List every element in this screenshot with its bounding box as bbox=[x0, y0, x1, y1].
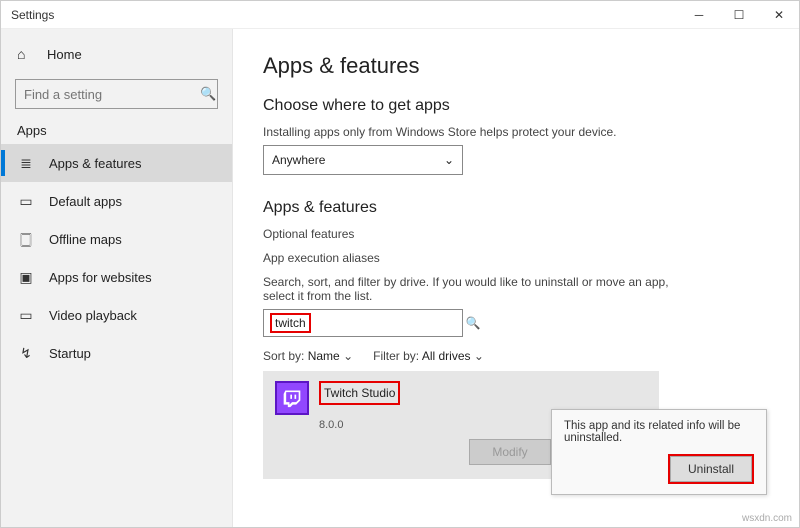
chevron-down-icon: ⌄ bbox=[474, 349, 484, 363]
find-setting-box[interactable]: 🔍 bbox=[15, 79, 218, 109]
home-icon: ⌂ bbox=[17, 46, 35, 62]
filter-by[interactable]: Filter by: All drives ⌄ bbox=[373, 349, 484, 363]
sort-label: Sort by: bbox=[263, 349, 304, 363]
chevron-down-icon: ⌄ bbox=[444, 153, 454, 167]
search-icon: 🔍 bbox=[466, 316, 481, 330]
optional-features-link[interactable]: Optional features bbox=[263, 227, 769, 241]
sidebar-item-label: Video playback bbox=[49, 308, 137, 323]
minimize-button[interactable]: ─ bbox=[679, 1, 719, 29]
uninstall-popup: This app and its related info will be un… bbox=[551, 409, 767, 495]
sidebar-item-label: Offline maps bbox=[49, 232, 122, 247]
home-nav[interactable]: ⌂ Home bbox=[1, 39, 232, 69]
apps-websites-icon: ▣ bbox=[17, 269, 35, 286]
where-desc: Installing apps only from Windows Store … bbox=[263, 125, 769, 139]
modify-button: Modify bbox=[469, 439, 551, 465]
popup-uninstall-label: Uninstall bbox=[688, 462, 734, 476]
sidebar: ⌂ Home 🔍 Apps ≣ Apps & features ▭ Defaul… bbox=[1, 29, 233, 527]
sidebar-item-apps-features[interactable]: ≣ Apps & features bbox=[1, 144, 232, 182]
app-name: Twitch Studio bbox=[324, 386, 395, 400]
chevron-down-icon: ⌄ bbox=[343, 349, 353, 363]
main-panel: Apps & features Choose where to get apps… bbox=[233, 29, 799, 527]
list-icon: ≣ bbox=[17, 155, 35, 172]
sidebar-item-startup[interactable]: ↯ Startup bbox=[1, 334, 232, 372]
where-value: Anywhere bbox=[272, 153, 325, 167]
sidebar-item-label: Startup bbox=[49, 346, 91, 361]
startup-icon: ↯ bbox=[17, 345, 35, 362]
sidebar-item-offline-maps[interactable]: 🀆 Offline maps bbox=[1, 220, 232, 258]
sidebar-item-label: Default apps bbox=[49, 194, 122, 209]
search-hint: Search, sort, and filter by drive. If yo… bbox=[263, 275, 693, 303]
sidebar-item-default-apps[interactable]: ▭ Default apps bbox=[1, 182, 232, 220]
apps-section-heading: Apps & features bbox=[263, 199, 769, 217]
modify-label: Modify bbox=[492, 445, 527, 459]
sidebar-item-video-playback[interactable]: ▭ Video playback bbox=[1, 296, 232, 334]
popup-text: This app and its related info will be un… bbox=[564, 420, 754, 444]
sidebar-item-apps-websites[interactable]: ▣ Apps for websites bbox=[1, 258, 232, 296]
sidebar-item-label: Apps & features bbox=[49, 156, 142, 171]
sidebar-item-label: Apps for websites bbox=[49, 270, 152, 285]
popup-uninstall-highlight: Uninstall bbox=[668, 454, 754, 484]
filter-label: Filter by: bbox=[373, 349, 419, 363]
maximize-button[interactable]: ☐ bbox=[719, 1, 759, 29]
nav-group-label: Apps bbox=[1, 109, 232, 144]
search-apps-box[interactable]: twitch 🔍 bbox=[263, 309, 463, 337]
where-heading: Choose where to get apps bbox=[263, 97, 769, 115]
filter-value: All drives bbox=[422, 349, 471, 363]
search-icon: 🔍 bbox=[200, 86, 216, 102]
twitch-icon bbox=[275, 381, 309, 415]
home-label: Home bbox=[47, 47, 82, 62]
where-dropdown[interactable]: Anywhere ⌄ bbox=[263, 145, 463, 175]
watermark: wsxdn.com bbox=[742, 513, 792, 524]
search-input-value[interactable]: twitch bbox=[275, 316, 306, 330]
app-version: 8.0.0 bbox=[319, 419, 400, 431]
app-aliases-link[interactable]: App execution aliases bbox=[263, 251, 769, 265]
window-title: Settings bbox=[11, 8, 54, 22]
close-button[interactable]: ✕ bbox=[759, 1, 799, 29]
video-icon: ▭ bbox=[17, 307, 35, 324]
page-title: Apps & features bbox=[263, 53, 769, 79]
map-icon: 🀆 bbox=[17, 231, 35, 248]
find-setting-input[interactable] bbox=[24, 87, 200, 102]
titlebar: Settings ─ ☐ ✕ bbox=[1, 1, 799, 29]
search-value-highlight: twitch bbox=[270, 313, 311, 333]
default-apps-icon: ▭ bbox=[17, 193, 35, 210]
popup-uninstall-button[interactable]: Uninstall bbox=[670, 456, 752, 482]
app-name-highlight: Twitch Studio bbox=[319, 381, 400, 405]
sort-value: Name bbox=[308, 349, 340, 363]
sort-by[interactable]: Sort by: Name ⌄ bbox=[263, 349, 353, 363]
